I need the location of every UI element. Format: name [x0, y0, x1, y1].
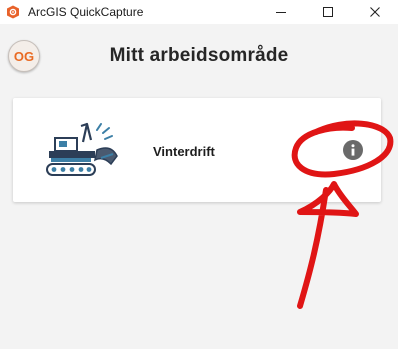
project-name: Vinterdrift [153, 144, 215, 159]
info-icon [351, 144, 355, 156]
close-button[interactable] [352, 0, 398, 24]
close-icon [370, 7, 380, 17]
header: OG Mitt arbeidsområde [0, 24, 398, 90]
snowplow-icon [46, 122, 118, 176]
page-title: Mitt arbeidsområde [109, 45, 289, 66]
minimize-button[interactable] [258, 0, 304, 24]
annotation-arrow [297, 181, 359, 309]
project-card[interactable]: Vinterdrift [13, 98, 381, 202]
maximize-button[interactable] [305, 0, 351, 24]
minimize-icon [276, 12, 286, 13]
project-info-button[interactable] [343, 140, 363, 160]
maximize-icon [323, 7, 333, 17]
window-title: ArcGIS QuickCapture [28, 5, 144, 19]
title-bar: ArcGIS QuickCapture [0, 0, 398, 24]
quickcapture-app-icon [7, 5, 19, 19]
